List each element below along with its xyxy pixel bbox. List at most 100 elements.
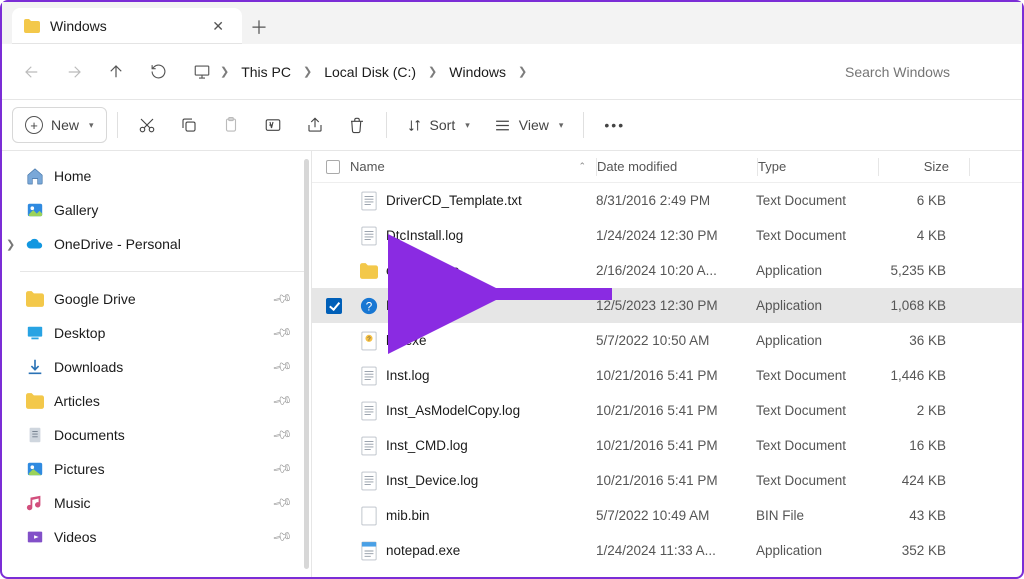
- file-size: 424 KB: [876, 473, 966, 488]
- sidebar-item-downloads[interactable]: Downloads📌︎: [20, 350, 305, 384]
- chevron-down-icon: ▾: [559, 120, 564, 131]
- sidebar-home[interactable]: Home: [20, 159, 305, 193]
- pc-icon[interactable]: [188, 54, 216, 90]
- paste-button[interactable]: [212, 107, 250, 143]
- sidebar-item-music[interactable]: Music📌︎: [20, 486, 305, 520]
- more-button[interactable]: •••: [594, 107, 635, 143]
- file-row[interactable]: explorer.exe2/16/2024 10:20 A...Applicat…: [312, 253, 1022, 288]
- scrollbar[interactable]: [304, 159, 309, 569]
- sidebar-onedrive[interactable]: ❯ OneDrive - Personal: [20, 227, 305, 261]
- chevron-right-icon[interactable]: ❯: [426, 65, 439, 78]
- view-label: View: [519, 117, 549, 133]
- file-name: DtcInstall.log: [386, 228, 463, 243]
- file-date: 5/7/2022 10:50 AM: [596, 333, 756, 348]
- file-type: Text Document: [756, 193, 876, 208]
- file-row[interactable]: DtcInstall.log 1/24/2024 12:30 PMText Doc…: [312, 218, 1022, 253]
- txt-icon: [360, 192, 378, 210]
- file-row[interactable]: mib.bin5/7/2022 10:49 AMBIN File43 KB: [312, 498, 1022, 533]
- gallery-icon: [26, 201, 44, 219]
- crumb-thispc[interactable]: This PC: [233, 58, 299, 86]
- pin-icon: 📌︎: [271, 322, 294, 345]
- file-row[interactable]: DriverCD_Template.txt 8/31/2016 2:49 PMTe…: [312, 183, 1022, 218]
- sidebar-label: Gallery: [54, 202, 98, 218]
- tab-bar: Windows ✕ ＋: [2, 2, 1022, 44]
- rename-button[interactable]: [254, 107, 292, 143]
- chevron-down-icon: ▾: [89, 120, 94, 131]
- chevron-right-icon[interactable]: ❯: [516, 65, 529, 78]
- col-label: Date modified: [597, 159, 677, 174]
- pin-icon: 📌︎: [271, 390, 294, 413]
- sidebar-item-videos[interactable]: Videos📌︎: [20, 520, 305, 554]
- forward-button[interactable]: [56, 54, 92, 90]
- chevron-right-icon[interactable]: ❯: [218, 65, 231, 78]
- sidebar-item-pictures[interactable]: Pictures📌︎: [20, 452, 305, 486]
- delete-button[interactable]: [338, 107, 376, 143]
- copy-button[interactable]: [170, 107, 208, 143]
- file-size: 16 KB: [876, 438, 966, 453]
- sidebar: Home Gallery ❯ OneDrive - Personal Googl…: [2, 151, 312, 577]
- file-size: 6 KB: [876, 193, 966, 208]
- new-tab-button[interactable]: ＋: [242, 10, 276, 44]
- file-name: Inst.log: [386, 368, 430, 383]
- file-size: 1,068 KB: [876, 298, 966, 313]
- tab-close-icon[interactable]: ✕: [206, 16, 230, 37]
- sidebar-gallery[interactable]: Gallery: [20, 193, 305, 227]
- crumb-drive[interactable]: Local Disk (C:): [316, 58, 424, 86]
- file-row[interactable]: Inst_CMD.log10/21/2016 5:41 PMText Docum…: [312, 428, 1022, 463]
- crumb-folder[interactable]: Windows: [441, 58, 514, 86]
- pin-icon: 📌︎: [271, 492, 294, 515]
- file-type: Text Document: [756, 368, 876, 383]
- col-type[interactable]: Type: [758, 159, 878, 174]
- col-date[interactable]: Date modified: [597, 159, 757, 174]
- file-type: Application: [756, 543, 876, 558]
- row-checkbox[interactable]: [326, 298, 352, 314]
- up-button[interactable]: [98, 54, 134, 90]
- breadcrumb[interactable]: ❯ This PC ❯ Local Disk (C:) ❯ Windows ❯: [182, 54, 829, 90]
- sidebar-item-documents[interactable]: Documents📌︎: [20, 418, 305, 452]
- pin-icon: 📌︎: [271, 288, 294, 311]
- file-date: 1/24/2024 12:30 PM: [596, 228, 756, 243]
- tab-windows[interactable]: Windows ✕: [12, 8, 242, 44]
- search-input[interactable]: [845, 64, 1000, 80]
- refresh-button[interactable]: [140, 54, 176, 90]
- plus-circle-icon: +: [25, 116, 43, 134]
- select-all-checkbox[interactable]: [326, 160, 340, 174]
- file-type: Text Document: [756, 228, 876, 243]
- sidebar-item-label: Desktop: [54, 325, 105, 341]
- back-button[interactable]: [14, 54, 50, 90]
- chevron-right-icon[interactable]: ❯: [6, 238, 15, 251]
- col-label: Size: [924, 159, 949, 174]
- separator: [117, 112, 118, 138]
- sidebar-item-label: Downloads: [54, 359, 123, 375]
- file-type: Application: [756, 298, 876, 313]
- search-box[interactable]: [835, 55, 1010, 89]
- file-row[interactable]: ?HelpPane.exe12/5/2023 12:30 PMApplicati…: [312, 288, 1022, 323]
- file-size: 43 KB: [876, 508, 966, 523]
- file-row[interactable]: ?hh.exe5/7/2022 10:50 AMApplication36 KB: [312, 323, 1022, 358]
- sort-button[interactable]: Sort ▾: [397, 107, 480, 143]
- file-date: 8/31/2016 2:49 PM: [596, 193, 756, 208]
- file-date: 10/21/2016 5:41 PM: [596, 368, 756, 383]
- file-row[interactable]: Inst_Device.log10/21/2016 5:41 PMText Do…: [312, 463, 1022, 498]
- svg-text:?: ?: [366, 300, 373, 313]
- txt-icon: [360, 227, 378, 245]
- folder-icon: [24, 19, 40, 33]
- txt-icon: [360, 437, 378, 455]
- sidebar-item-gdrive[interactable]: Google Drive📌︎: [20, 282, 305, 316]
- file-row[interactable]: notepad.exe1/24/2024 11:33 A...Applicati…: [312, 533, 1022, 568]
- share-button[interactable]: [296, 107, 334, 143]
- file-row[interactable]: Inst.log10/21/2016 5:41 PMText Document1…: [312, 358, 1022, 393]
- col-name[interactable]: Name ⌃: [326, 159, 596, 174]
- sidebar-item-articles[interactable]: Articles📌︎: [20, 384, 305, 418]
- cut-button[interactable]: [128, 107, 166, 143]
- col-size[interactable]: Size: [879, 159, 969, 174]
- file-name: DriverCD_Template.txt: [386, 193, 522, 208]
- file-row[interactable]: Inst_AsModelCopy.log10/21/2016 5:41 PMTe…: [312, 393, 1022, 428]
- sidebar-item-desktop[interactable]: Desktop 📌︎: [20, 316, 305, 350]
- view-button[interactable]: View ▾: [484, 107, 574, 143]
- chevron-right-icon[interactable]: ❯: [301, 65, 314, 78]
- blank-icon: [360, 507, 378, 525]
- new-button[interactable]: + New ▾: [12, 107, 107, 143]
- separator: [20, 271, 305, 272]
- file-list: Name ⌃ Date modified Type Size DriverCD_…: [312, 151, 1022, 577]
